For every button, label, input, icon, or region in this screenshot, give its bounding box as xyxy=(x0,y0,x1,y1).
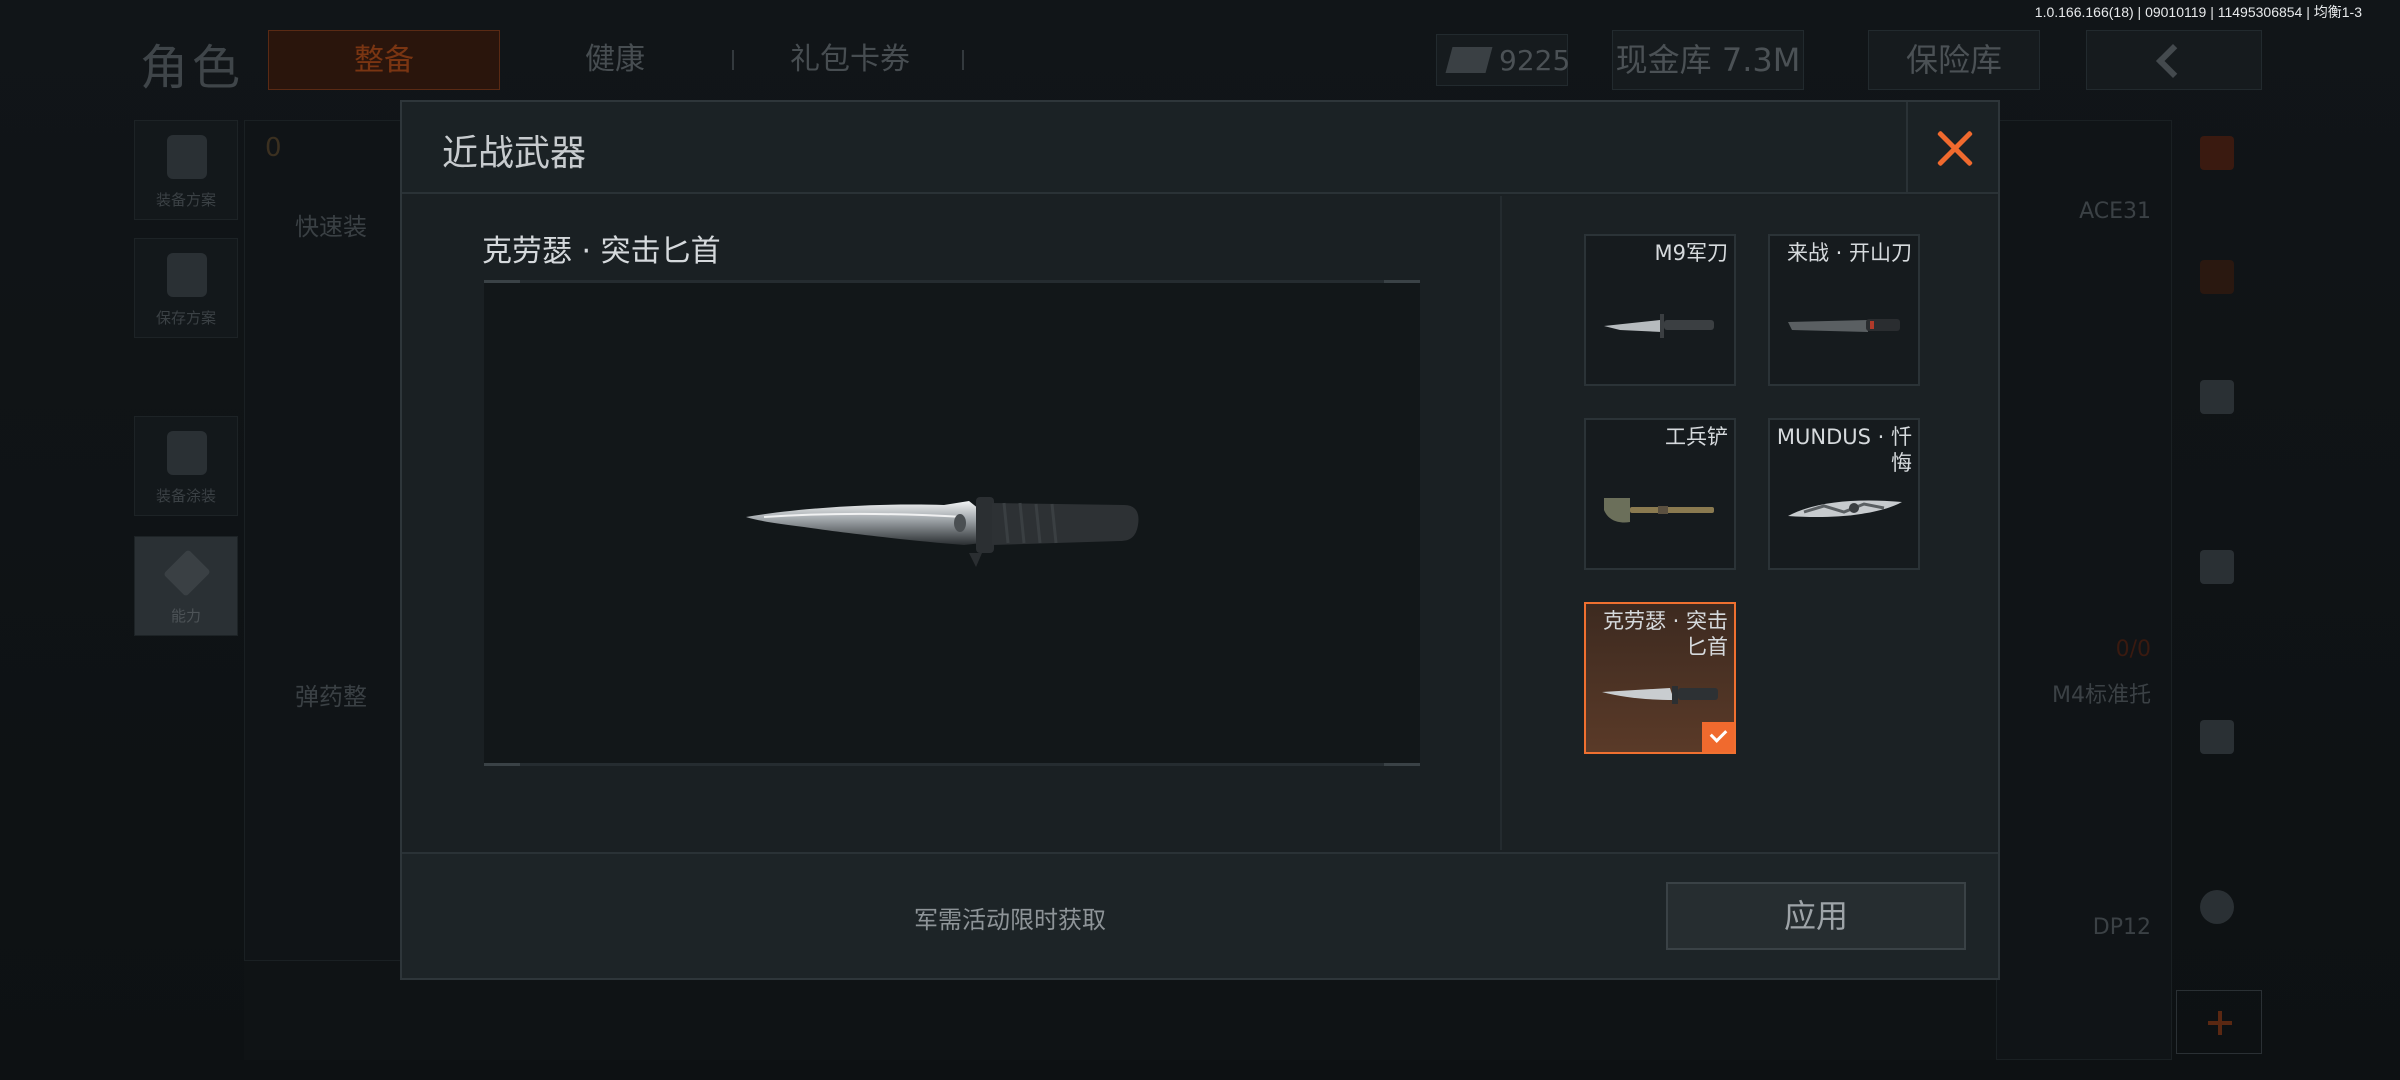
quick-equip-label[interactable]: 快速装 xyxy=(295,207,367,242)
close-button[interactable] xyxy=(1906,102,1998,194)
weapon-card-machete[interactable]: 来战 · 开山刀 xyxy=(1768,234,1920,386)
dialog-header: 近战武器 xyxy=(402,102,1998,194)
tab-health[interactable]: 健康 xyxy=(540,30,690,90)
left-menu-label: 装备方案 xyxy=(155,191,216,209)
apply-button[interactable]: 应用 xyxy=(1666,882,1966,950)
bayonet-icon xyxy=(1604,314,1714,338)
dialog-title: 近战武器 xyxy=(442,133,587,174)
corner-mark xyxy=(1384,280,1420,283)
currency-amount: 9225 xyxy=(1499,44,1571,77)
loadout-panel: 0 快速装 弹药整 xyxy=(244,120,424,1060)
weapon-preview-area: 克劳瑟 · 突击匕首 xyxy=(402,196,1500,850)
clock-icon[interactable] xyxy=(2200,890,2234,924)
weapon-card-shovel[interactable]: 工兵铲 xyxy=(1584,418,1736,570)
add-button[interactable] xyxy=(2176,990,2262,1054)
weapon-card-label: 工兵铲 xyxy=(1665,425,1728,449)
slot-label-dp12: DP12 xyxy=(2092,915,2151,940)
operator-icon xyxy=(167,431,207,475)
layers-icon[interactable] xyxy=(2200,136,2234,170)
download-icon xyxy=(167,253,207,297)
shovel-icon xyxy=(1604,498,1714,523)
ammo-count: 0/0 xyxy=(2115,637,2151,662)
weapon-card-label: MUNDUS · 忏悔 xyxy=(1776,425,1912,475)
cash-vault-button[interactable]: 现金库 7.3M xyxy=(1612,30,1804,90)
left-menu-item-ability[interactable]: 能力 xyxy=(134,536,238,636)
ticket-icon[interactable] xyxy=(2200,550,2234,584)
left-menu-label: 保存方案 xyxy=(155,309,216,327)
weapon-preview-box[interactable] xyxy=(484,280,1420,766)
back-button[interactable] xyxy=(2086,30,2262,90)
tab-equipment[interactable]: 整备 xyxy=(268,30,500,90)
weapon-slots-panel: ACE31 0/0 M4标准托 DP12 xyxy=(1996,120,2172,1060)
weapon-card-krauser[interactable]: 克劳瑟 · 突击匕首 xyxy=(1584,602,1736,754)
acquisition-note: 军需活动限时获取 xyxy=(914,906,1106,934)
stack-icon[interactable] xyxy=(2200,260,2234,294)
ornate-blade-icon xyxy=(1788,500,1902,518)
tab-separator xyxy=(962,50,964,70)
weapon-card-m9[interactable]: M9军刀 xyxy=(1584,234,1736,386)
corner-mark xyxy=(484,763,520,766)
tab-gift-coupons[interactable]: 礼包卡券 xyxy=(760,30,940,90)
slot-label-m4-stock: M4标准托 xyxy=(2052,683,2151,708)
melee-weapon-dialog: 近战武器 克劳瑟 · 突击匕首 M9军刀 来战 · 开山刀 工兵铲 MUNDUS… xyxy=(400,100,2000,980)
left-menu-item-loadout[interactable]: 装备方案 xyxy=(134,120,238,220)
currency-icon xyxy=(1445,47,1493,73)
weapon-card-mundus[interactable]: MUNDUS · 忏悔 xyxy=(1768,418,1920,570)
weapon-grid: M9军刀 来战 · 开山刀 工兵铲 MUNDUS · 忏悔 克劳瑟 · 突击匕首 xyxy=(1502,196,1998,850)
combat-knife-icon xyxy=(1602,686,1718,704)
corner-mark xyxy=(484,280,520,283)
page-title: 角色 xyxy=(140,40,245,96)
slot-label-ace31: ACE31 xyxy=(2079,199,2151,224)
tab-separator xyxy=(732,50,734,70)
safe-box-button[interactable]: 保险库 xyxy=(1868,30,2040,90)
armor-count: 0 xyxy=(265,133,282,163)
box-icon[interactable] xyxy=(2200,720,2234,754)
weapon-card-label: M9军刀 xyxy=(1654,241,1728,265)
ammo-label[interactable]: 弹药整 xyxy=(295,677,367,712)
left-menu-item-skin[interactable]: 装备涂装 xyxy=(134,416,238,516)
combat-knife-icon xyxy=(746,497,1139,567)
dialog-footer: 军需活动限时获取 应用 xyxy=(402,852,1998,978)
left-menu-label: 能力 xyxy=(170,607,201,625)
left-menu-label: 装备涂装 xyxy=(155,487,216,505)
currency-display[interactable]: 9225 xyxy=(1436,34,1571,86)
corner-mark xyxy=(1384,763,1420,766)
armor-vest-icon xyxy=(167,135,207,179)
ability-bolt-icon xyxy=(163,549,211,597)
key-icon[interactable] xyxy=(2200,380,2234,414)
checkmark-icon xyxy=(1702,722,1734,752)
chevron-left-icon xyxy=(2156,44,2190,78)
machete-icon xyxy=(1788,319,1900,332)
version-info: 1.0.166.166(18) | 09010119 | 11495306854… xyxy=(2034,4,2362,20)
weapon-card-label: 克劳瑟 · 突击匕首 xyxy=(1602,609,1728,659)
weapon-card-label: 来战 · 开山刀 xyxy=(1786,241,1912,265)
left-menu-item-save[interactable]: 保存方案 xyxy=(134,238,238,338)
right-toolbar xyxy=(2172,120,2262,1060)
selected-weapon-name: 克劳瑟 · 突击匕首 xyxy=(482,234,721,269)
